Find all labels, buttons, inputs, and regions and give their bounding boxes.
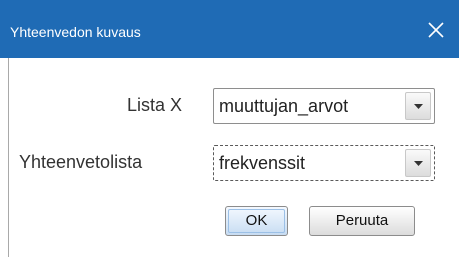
lista-x-label: Lista X (127, 95, 183, 115)
yhteenvetolista-label: Yhteenvetolista (19, 152, 143, 172)
cancel-button[interactable]: Peruuta (309, 206, 415, 236)
cancel-button-label: Peruuta (335, 212, 389, 229)
ok-button[interactable]: OK (225, 206, 288, 236)
yhteenvetolista-dropdown-button[interactable] (405, 149, 431, 177)
window-title: Yhteenvedon kuvaus (10, 24, 141, 40)
chevron-down-icon (414, 104, 423, 109)
yhteenvetolista-value: frekvenssit (219, 153, 306, 173)
close-button[interactable] (422, 16, 450, 44)
ok-button-label: OK (245, 212, 268, 229)
lista-x-dropdown-button[interactable] (405, 92, 431, 120)
lista-x-combobox[interactable]: muuttujan_arvot (213, 88, 435, 124)
dialog-body: Lista X muuttujan_arvot Yhteenvetolista … (8, 58, 459, 257)
chevron-down-icon (414, 161, 423, 166)
title-bar: Yhteenvedon kuvaus (0, 0, 459, 58)
close-icon (428, 22, 444, 38)
yhteenvetolista-combobox[interactable]: frekvenssit (213, 145, 435, 181)
lista-x-value: muuttujan_arvot (219, 96, 349, 116)
